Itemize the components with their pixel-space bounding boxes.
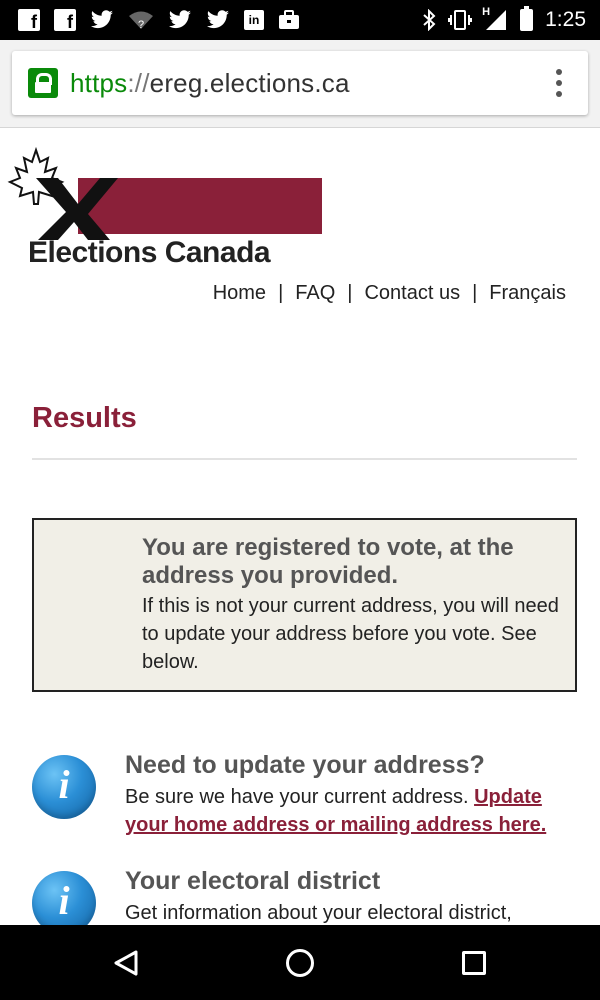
nav-separator: | xyxy=(278,282,284,304)
system-nav-bar xyxy=(0,925,600,1000)
overflow-menu-icon[interactable] xyxy=(556,69,562,97)
nav-language-link[interactable]: Français xyxy=(489,282,566,305)
wifi-question-icon: ? xyxy=(128,8,154,32)
signal-h-icon: H xyxy=(482,6,508,32)
battery-icon xyxy=(520,6,534,32)
notice-heading: You are registered to vote, at the addre… xyxy=(142,534,514,589)
status-bar: f f ? in H 1:25 xyxy=(0,0,600,40)
info-body: Be sure we have your current address. Up… xyxy=(125,786,547,836)
divider xyxy=(32,458,577,460)
lock-icon[interactable] xyxy=(28,68,58,98)
nav-faq-link[interactable]: FAQ xyxy=(295,282,335,305)
browser-toolbar: https://ereg.elections.ca xyxy=(0,40,600,128)
address-bar[interactable]: https://ereg.elections.ca xyxy=(12,51,588,115)
vibrate-icon xyxy=(448,8,473,32)
info-icon: i xyxy=(32,871,96,925)
clock: 1:25 xyxy=(545,8,586,31)
nav-separator: | xyxy=(347,282,353,304)
nav-separator: | xyxy=(472,282,478,304)
back-icon[interactable] xyxy=(112,949,140,977)
bluetooth-icon xyxy=(422,8,436,32)
page-content: Elections Canada Home | FAQ | Contact us… xyxy=(0,128,600,925)
elections-canada-logo[interactable]: Elections Canada xyxy=(6,146,326,269)
logo-wordmark: Elections Canada xyxy=(28,236,271,269)
info-icon: i xyxy=(32,755,96,819)
recent-apps-icon[interactable] xyxy=(462,951,486,975)
nav-home-link[interactable]: Home xyxy=(213,282,266,305)
svg-text:?: ? xyxy=(138,19,144,30)
notice-body: If this is not your current address, you… xyxy=(142,595,559,673)
registration-notice: You are registered to vote, at the addre… xyxy=(32,518,577,692)
twitter-icon xyxy=(90,8,114,32)
facebook-icon: f xyxy=(18,8,40,32)
url-text[interactable]: https://ereg.elections.ca xyxy=(70,68,350,99)
x-mark-icon xyxy=(36,178,118,240)
site-nav: Home | FAQ | Contact us | Français xyxy=(213,282,566,305)
nav-contact-link[interactable]: Contact us xyxy=(364,282,460,305)
twitter-icon xyxy=(168,8,192,32)
twitter-icon xyxy=(206,8,230,32)
info-title: Your electoral district xyxy=(125,867,381,895)
info-body: Get information about your electoral dis… xyxy=(125,902,512,924)
facebook-icon: f xyxy=(54,8,76,32)
info-title: Need to update your address? xyxy=(125,751,485,779)
linkedin-icon: in xyxy=(244,8,264,32)
page-title: Results xyxy=(32,402,137,434)
home-icon[interactable] xyxy=(286,949,314,977)
briefcase-icon xyxy=(278,8,300,32)
